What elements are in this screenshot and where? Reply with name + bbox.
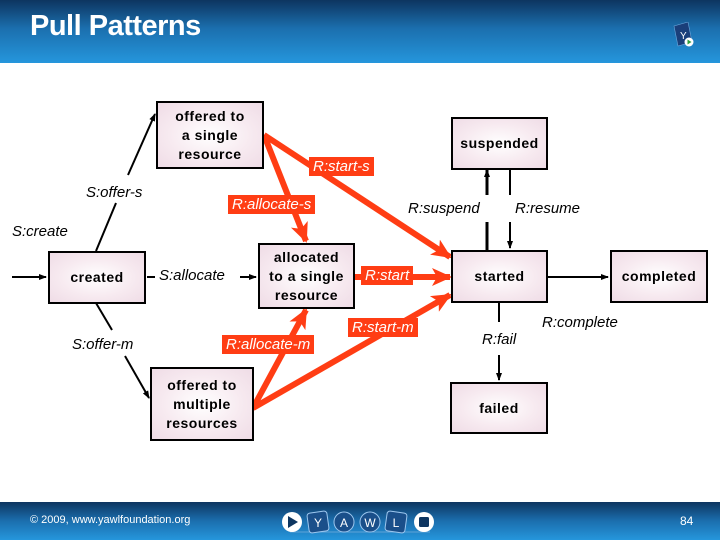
state-suspended: suspended (451, 117, 548, 170)
label-r-allocate-m: R:allocate-m (222, 335, 315, 354)
label-r-fail: R:fail (482, 331, 517, 348)
label-s-allocate: S:allocate (159, 267, 225, 284)
yawl-footer-logo: Y A W L (282, 510, 434, 534)
yawl-letter-w-icon: W (359, 511, 381, 533)
svg-text:W: W (364, 516, 376, 530)
label-s-offer-s: S:offer-s (86, 184, 143, 201)
yawl-letter-l-icon: L (384, 510, 408, 534)
state-created: created (48, 251, 146, 304)
state-offered-multiple: offered to multiple resources (150, 367, 254, 441)
svg-text:Y: Y (314, 516, 322, 530)
state-allocated-single: allocated to a single resource (258, 243, 355, 309)
label-r-suspend: R:suspend (408, 200, 480, 217)
state-failed: failed (450, 382, 548, 434)
label-r-complete: R:complete (542, 314, 618, 331)
yawl-corner-logo-icon: Y (673, 22, 694, 47)
arrow-offer-m-head (124, 355, 150, 399)
play-icon (282, 512, 302, 532)
page-number: 84 (680, 514, 694, 528)
arrow-offer-s (95, 202, 117, 252)
label-r-start-m: R:start-m (348, 318, 418, 337)
arrow-offer-m (95, 302, 113, 331)
svg-text:A: A (340, 516, 348, 530)
yawl-letter-a-icon: A (333, 511, 355, 533)
stop-icon (414, 512, 434, 532)
page-title: Pull Patterns (30, 10, 201, 42)
yawl-letter-y-icon: Y (306, 510, 330, 534)
copyright-text: © 2009, www.yawlfoundation.org (30, 514, 191, 526)
label-s-offer-m: S:offer-m (72, 336, 134, 353)
svg-text:L: L (393, 516, 400, 530)
label-r-allocate-s: R:allocate-s (228, 195, 316, 214)
arrow-offer-s-head (127, 113, 156, 176)
state-offered-single: offered to a single resource (156, 101, 264, 169)
label-s-create: S:create (12, 223, 68, 240)
label-r-start: R:start (361, 266, 414, 285)
label-r-resume: R:resume (515, 200, 581, 217)
label-r-start-s: R:start-s (309, 157, 374, 176)
state-started: started (451, 250, 548, 303)
state-completed: completed (610, 250, 708, 303)
